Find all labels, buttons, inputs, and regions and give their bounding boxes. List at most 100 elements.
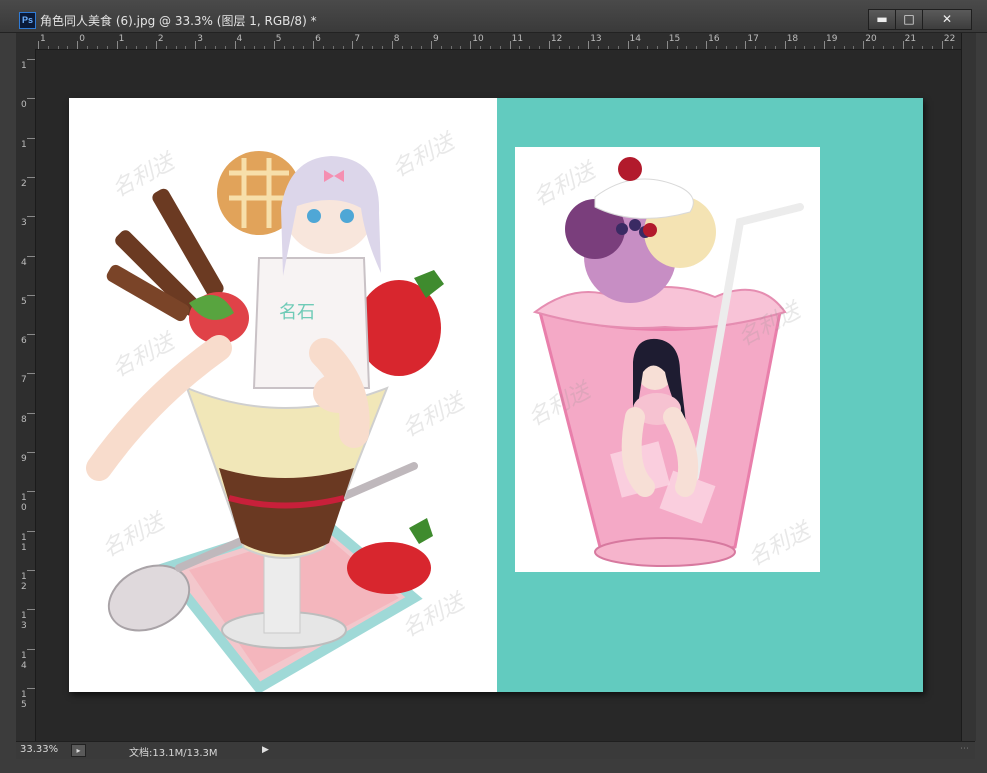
ice-cream-girl-illustration <box>532 157 804 567</box>
close-button[interactable]: ✕ <box>922 9 972 30</box>
horizontal-scrollbar[interactable] <box>286 743 958 757</box>
ruler-tick <box>27 59 35 60</box>
vertical-scrollbar[interactable] <box>961 33 976 741</box>
ruler-label: 8 <box>393 34 400 44</box>
ruler-minor-tick <box>814 46 816 49</box>
ruler-tick <box>627 41 629 49</box>
zoom-level[interactable]: 33.33% <box>20 744 58 755</box>
document-title: 角色同人美食 (6).jpg @ 33.3% (图层 1, RGB/8) * <box>40 14 317 28</box>
ruler-tick <box>391 41 393 49</box>
ruler-minor-tick <box>558 46 560 49</box>
ruler-minor-tick <box>489 46 491 49</box>
ruler-label: 4 <box>236 34 243 44</box>
ruler-label: 8 <box>21 414 27 425</box>
ruler-minor-tick <box>106 46 108 49</box>
ruler-minor-tick <box>293 46 295 49</box>
ruler-minor-tick <box>735 46 737 49</box>
ruler-minor-tick <box>725 46 727 49</box>
ruler-tick <box>77 41 79 49</box>
ruler-label: 17 <box>747 34 759 44</box>
ruler-origin[interactable] <box>16 33 37 50</box>
ruler-label: 10 <box>21 493 27 514</box>
ruler-tick <box>27 530 35 532</box>
ruler-label: 10 <box>472 34 484 44</box>
ruler-label: 9 <box>433 34 439 44</box>
ruler-minor-tick <box>696 46 698 49</box>
pasteboard[interactable]: 名石 名利送 名利送 名利送 名利送 名利送 名利送 名利送 名利送 名利送 名… <box>36 50 961 741</box>
ruler-tick <box>470 41 472 49</box>
ruler-minor-tick <box>372 46 374 49</box>
ruler-minor-tick <box>67 46 69 49</box>
ruler-minor-tick <box>450 46 452 49</box>
ruler-tick <box>941 41 943 49</box>
ruler-tick <box>824 41 825 49</box>
ruler-minor-tick <box>205 46 207 49</box>
ruler-minor-tick <box>460 46 462 49</box>
ruler-tick <box>27 216 35 218</box>
ruler-tick <box>588 41 590 49</box>
ruler-minor-tick <box>136 46 138 49</box>
ruler-tick <box>273 41 275 49</box>
status-menu-arrow-icon[interactable]: ▶ <box>262 744 272 756</box>
ruler-minor-tick <box>421 46 423 49</box>
ruler-minor-tick <box>715 46 717 49</box>
ruler-tick <box>745 41 747 49</box>
ruler-minor-tick <box>578 46 580 49</box>
ruler-minor-tick <box>882 46 884 49</box>
ruler-minor-tick <box>126 46 128 49</box>
ruler-minor-tick <box>568 46 570 49</box>
ruler-minor-tick <box>833 46 835 49</box>
ruler-tick <box>666 41 668 49</box>
ruler-minor-tick <box>774 46 776 49</box>
ruler-tick <box>195 41 197 49</box>
ruler-tick <box>116 41 118 49</box>
ruler-tick <box>27 294 35 296</box>
ruler-label: 5 <box>21 296 27 307</box>
ruler-minor-tick <box>244 46 246 49</box>
ruler-minor-tick <box>873 46 875 49</box>
ruler-label: 18 <box>786 34 799 44</box>
ruler-minor-tick <box>539 46 541 49</box>
horizontal-ruler[interactable]: 1 0 1 2 3 4 5 6 7 8 9 10 11 12 13 14 15 16 17 18 19 20 21 22 <box>36 33 973 50</box>
ruler-tick <box>27 648 35 650</box>
ruler-minor-tick <box>765 46 767 49</box>
ruler-tick <box>27 373 35 375</box>
photoshop-document-window: Ps 角色同人美食 (6).jpg @ 33.3% (图层 1, RGB/8) … <box>0 0 987 773</box>
ruler-tick <box>155 41 157 49</box>
ruler-tick <box>27 569 35 571</box>
ruler-label: 11 <box>511 34 524 44</box>
ruler-label: 2 <box>157 34 164 44</box>
ruler-minor-tick <box>755 46 757 49</box>
ruler-label: 9 <box>21 454 27 464</box>
ruler-tick <box>548 41 550 49</box>
maximize-button[interactable]: □ <box>895 9 923 30</box>
ruler-label: 1 <box>40 34 46 44</box>
ruler-minor-tick <box>381 46 383 49</box>
photoshop-app-icon: Ps <box>19 12 36 29</box>
ruler-tick <box>27 334 35 336</box>
ruler-label: 11 <box>21 532 27 553</box>
ruler-tick <box>27 609 35 611</box>
minimize-icon: ▬ <box>876 12 888 26</box>
ruler-label: 0 <box>21 100 27 111</box>
ruler-tick <box>313 41 315 49</box>
title-bar[interactable]: Ps 角色同人美食 (6).jpg @ 33.3% (图层 1, RGB/8) … <box>0 0 987 33</box>
ruler-minor-tick <box>362 46 364 49</box>
ruler-minor-tick <box>146 46 148 49</box>
ruler-minor-tick <box>440 46 442 49</box>
ruler-minor-tick <box>892 46 894 49</box>
zoom-icon[interactable]: ▸ <box>71 744 86 757</box>
minimize-button[interactable]: ▬ <box>868 9 896 30</box>
ruler-minor-tick <box>922 46 924 49</box>
ruler-minor-tick <box>332 46 334 49</box>
resize-grip-icon[interactable]: ⋯ <box>960 744 972 756</box>
ruler-minor-tick <box>932 46 934 49</box>
ruler-minor-tick <box>676 46 678 49</box>
ruler-minor-tick <box>499 46 501 49</box>
document-canvas[interactable]: 名石 名利送 名利送 名利送 名利送 名利送 名利送 名利送 名利送 名利送 名… <box>69 98 923 692</box>
close-icon: ✕ <box>941 12 953 26</box>
vertical-ruler[interactable]: 10123456789101112131415 <box>16 49 36 741</box>
ruler-label: 13 <box>21 611 27 632</box>
ruler-minor-tick <box>598 46 600 49</box>
ruler-tick <box>27 452 35 453</box>
